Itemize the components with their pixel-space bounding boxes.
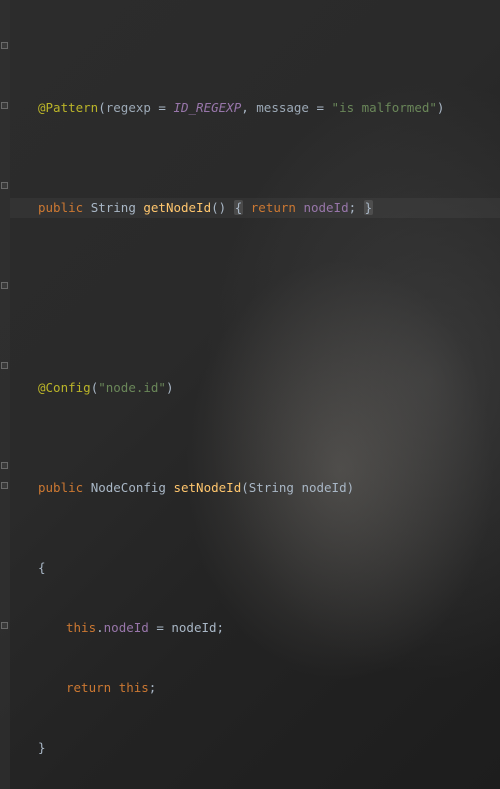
param-name: regexp — [106, 100, 151, 115]
code-line: } — [10, 738, 500, 758]
brace-match: { — [234, 200, 244, 215]
annotation: @Pattern — [38, 100, 98, 115]
folding-gutter — [0, 0, 10, 789]
code-line: { — [10, 558, 500, 578]
field: nodeId — [303, 200, 348, 215]
fold-marker[interactable] — [1, 362, 8, 369]
code-line: return this; — [10, 678, 500, 698]
type: String — [91, 200, 136, 215]
code-line: public NodeConfig setNodeId(String nodeI… — [10, 478, 500, 498]
fold-marker[interactable] — [1, 282, 8, 289]
blank-line — [10, 278, 500, 298]
code-editor[interactable]: @Pattern(regexp = ID_REGEXP, message = "… — [0, 0, 500, 789]
method-name: getNodeId — [143, 200, 211, 215]
code-line: @Pattern(regexp = ID_REGEXP, message = "… — [10, 98, 500, 118]
param-name: message — [256, 100, 309, 115]
fold-marker[interactable] — [1, 42, 8, 49]
keyword: public — [38, 200, 83, 215]
brace-match: } — [364, 200, 374, 215]
code-line: this.nodeId = nodeId; — [10, 618, 500, 638]
fold-marker[interactable] — [1, 462, 8, 469]
fold-marker[interactable] — [1, 182, 8, 189]
constant: ID_REGEXP — [173, 100, 241, 115]
fold-marker[interactable] — [1, 102, 8, 109]
code-area[interactable]: @Pattern(regexp = ID_REGEXP, message = "… — [10, 0, 500, 789]
fold-marker[interactable] — [1, 622, 8, 629]
code-line: @Config("node.id") — [10, 378, 500, 398]
string-literal: "is malformed" — [332, 100, 437, 115]
code-line: public String getNodeId() { return nodeI… — [10, 198, 500, 218]
fold-marker[interactable] — [1, 482, 8, 489]
